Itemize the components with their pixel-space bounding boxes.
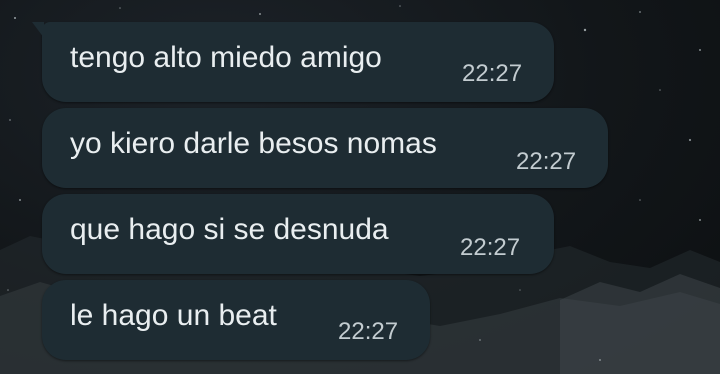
message-bubble[interactable]: que hago si se desnuda 22:27 (42, 194, 554, 274)
message-text: tengo alto miedo amigo (70, 41, 382, 74)
bubble-tail (32, 22, 44, 38)
message-timestamp: 22:27 (516, 148, 577, 175)
message-bubble[interactable]: le hago un beat 22:27 (42, 280, 430, 360)
message-bubble[interactable]: yo kiero darle besos nomas 22:27 (42, 108, 608, 188)
message-timestamp: 22:27 (460, 234, 521, 261)
message-text: que hago si se desnuda (70, 213, 389, 246)
message-timestamp: 22:27 (462, 60, 523, 87)
message-bubble[interactable]: tengo alto miedo amigo 22:27 (32, 22, 554, 102)
chat-conversation: tengo alto miedo amigo 22:27 yo kiero da… (0, 0, 720, 374)
message-text: le hago un beat (70, 299, 277, 332)
message-timestamp: 22:27 (338, 318, 399, 345)
message-text: yo kiero darle besos nomas (70, 127, 437, 160)
